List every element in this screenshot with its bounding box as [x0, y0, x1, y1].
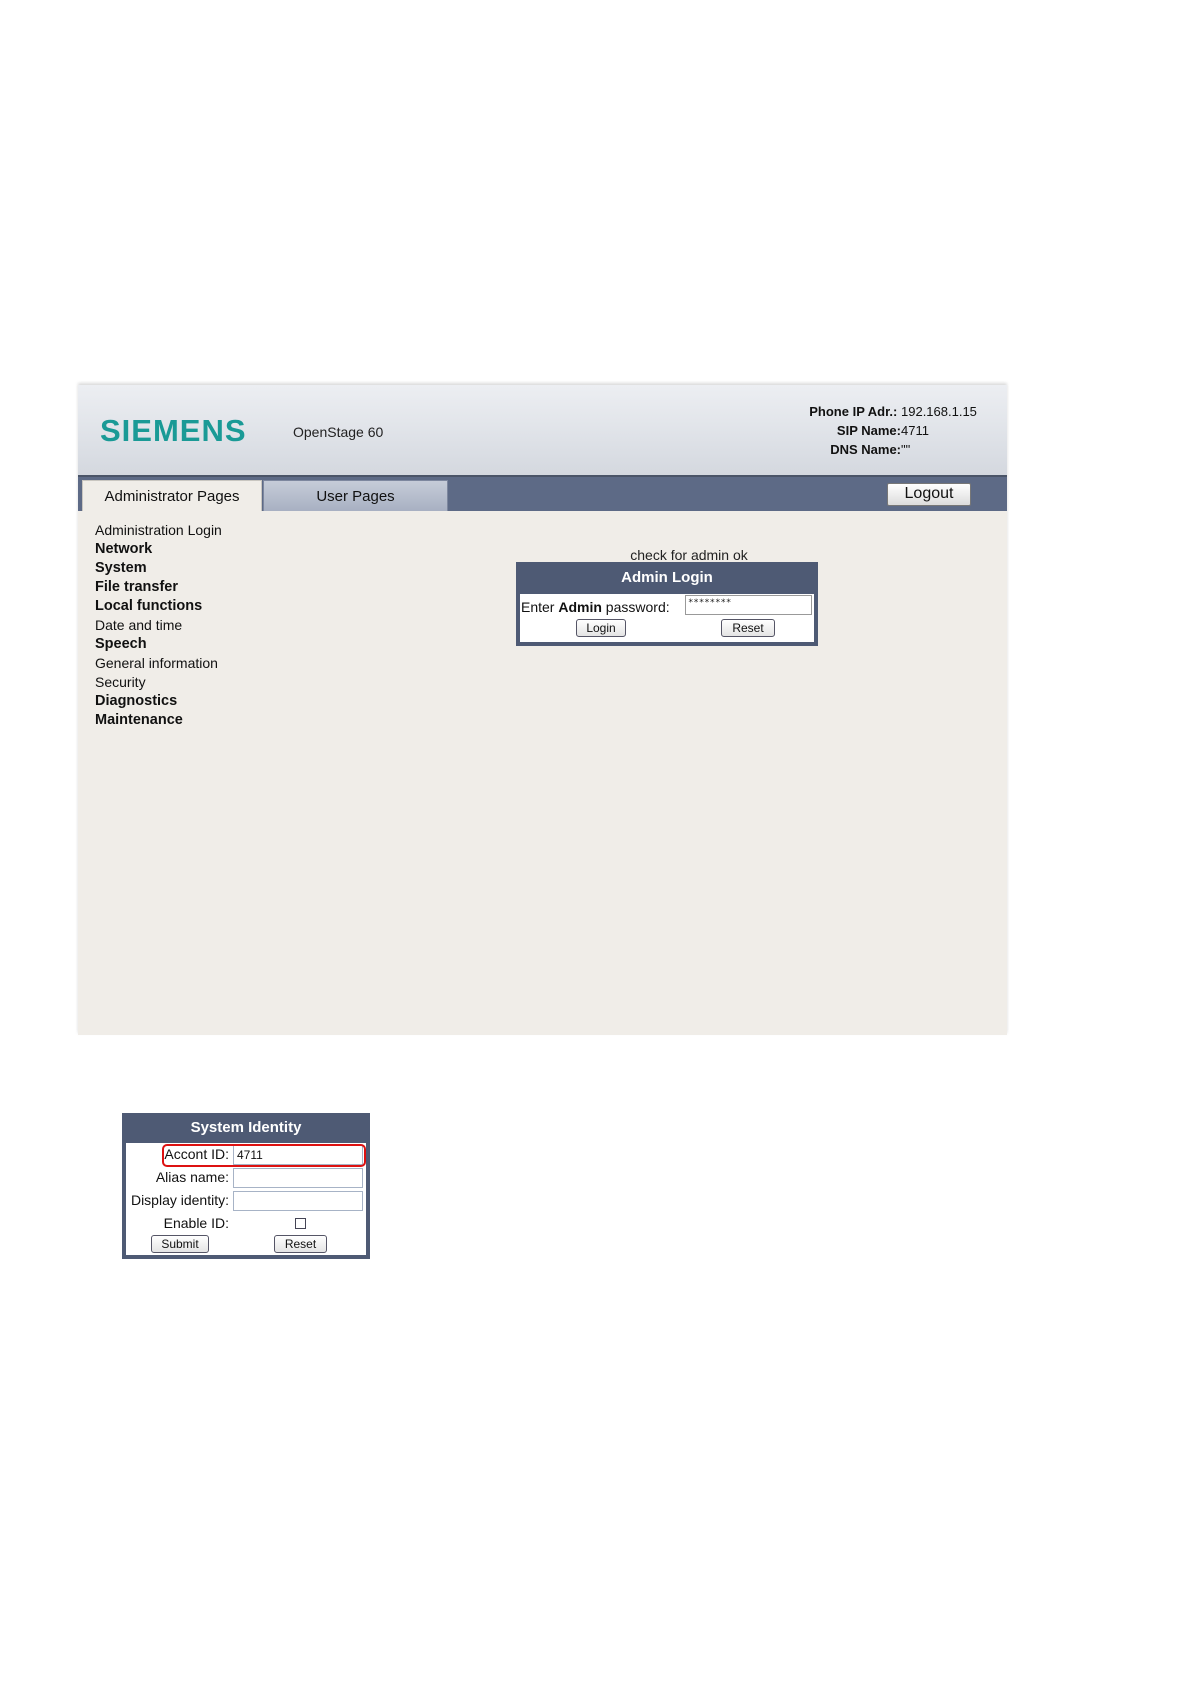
enable-id-row: Enable ID: — [126, 1213, 366, 1235]
nav-item-local-functions[interactable]: Local functions — [95, 597, 295, 616]
dns-name-value: "" — [901, 442, 911, 457]
admin-login-form: Enter Admin password: ******** Login Res… — [520, 594, 814, 642]
phone-ip-row: Phone IP Adr.: 192.168.1.15 — [809, 402, 985, 421]
phone-info: Phone IP Adr.: 192.168.1.15 SIP Name: 471… — [809, 402, 985, 459]
nav-item-network[interactable]: Network — [95, 540, 295, 559]
nav-item-administration-login[interactable]: Administration Login — [95, 521, 295, 540]
password-label: Enter Admin password: — [521, 599, 670, 615]
page: SIEMENS OpenStage 60 Phone IP Adr.: 192.… — [0, 0, 1190, 1684]
password-label-bold: Admin — [558, 599, 602, 615]
alias-name-row: Alias name: — [126, 1167, 366, 1189]
account-id-row: Accont ID: 4711 — [126, 1144, 366, 1167]
password-label-prefix: Enter — [521, 599, 559, 615]
phone-model: OpenStage 60 — [293, 424, 384, 440]
display-identity-label: Display identity: — [130, 1192, 229, 1208]
header: SIEMENS OpenStage 60 Phone IP Adr.: 192.… — [78, 385, 1007, 477]
tab-user-pages[interactable]: User Pages — [263, 480, 448, 511]
phone-ip-label: Phone IP Adr.: — [809, 404, 898, 419]
alias-name-input[interactable] — [233, 1168, 363, 1188]
tab-bar: Administrator Pages User Pages Logout — [78, 477, 1007, 511]
nav-item-file-transfer[interactable]: File transfer — [95, 578, 295, 597]
display-identity-row: Display identity: — [126, 1190, 366, 1212]
siemens-logo: SIEMENS — [100, 413, 247, 448]
sip-name-row: SIP Name: 4711 — [809, 421, 985, 440]
nav-item-security[interactable]: Security — [95, 673, 295, 692]
sidebar-nav: Administration Login Network System File… — [95, 521, 295, 730]
alias-name-label: Alias name: — [155, 1169, 229, 1185]
account-id-highlight — [162, 1144, 366, 1167]
nav-item-speech[interactable]: Speech — [95, 635, 295, 654]
login-status-message: check for admin ok — [630, 547, 748, 563]
sip-name-value: 4711 — [901, 423, 929, 438]
submit-button[interactable]: Submit — [151, 1235, 209, 1253]
admin-password-input[interactable]: ******** — [685, 595, 812, 615]
system-identity-title: System Identity — [190, 1119, 302, 1136]
tab-administrator-pages[interactable]: Administrator Pages — [82, 480, 262, 511]
admin-login-panel: Admin Login Enter Admin password: ******… — [516, 562, 818, 646]
nav-item-general-information[interactable]: General information — [95, 654, 295, 673]
password-label-suffix: password: — [601, 599, 670, 615]
system-identity-panel: System Identity Accont ID: 4711 Alias na… — [122, 1113, 370, 1259]
enable-id-checkbox[interactable] — [295, 1218, 306, 1229]
admin-login-title: Admin Login — [621, 569, 713, 586]
nav-item-date-and-time[interactable]: Date and time — [95, 616, 295, 635]
sip-name-label: SIP Name: — [836, 423, 901, 438]
reset-button[interactable]: Reset — [721, 619, 775, 637]
identity-reset-button[interactable]: Reset — [274, 1235, 327, 1253]
nav-item-maintenance[interactable]: Maintenance — [95, 711, 295, 730]
enable-id-label: Enable ID: — [163, 1215, 229, 1231]
dns-name-label: DNS Name: — [830, 442, 901, 457]
logout-button[interactable]: Logout — [887, 483, 971, 506]
nav-item-system[interactable]: System — [95, 559, 295, 578]
phone-ip-value: 192.168.1.15 — [901, 404, 977, 419]
admin-web-interface: SIEMENS OpenStage 60 Phone IP Adr.: 192.… — [78, 385, 1007, 1035]
login-button[interactable]: Login — [576, 619, 626, 637]
display-identity-input[interactable] — [233, 1191, 363, 1211]
dns-name-row: DNS Name: "" — [809, 440, 985, 459]
system-identity-form: Accont ID: 4711 Alias name: Display iden… — [126, 1143, 366, 1255]
nav-item-diagnostics[interactable]: Diagnostics — [95, 692, 295, 711]
